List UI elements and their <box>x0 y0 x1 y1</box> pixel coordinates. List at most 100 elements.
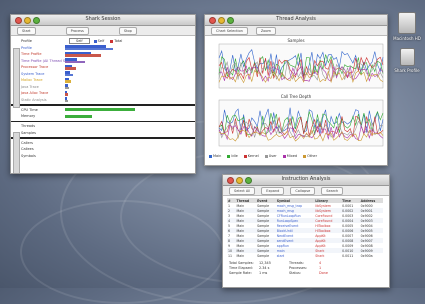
toolbar: Start Process Stop <box>11 26 195 36</box>
profile-row-label: Static Analysis <box>21 97 47 102</box>
legend-item[interactable]: Kernel <box>243 154 259 158</box>
total-bar <box>65 86 69 90</box>
window-title: Thread Analysis <box>276 16 316 22</box>
metric-row[interactable]: Memory <box>11 113 195 120</box>
profile-row-label: Java Trace <box>21 84 39 89</box>
zoom-button[interactable]: Zoom <box>255 26 276 35</box>
column-header-self[interactable]: Self <box>69 38 90 45</box>
chart-legend: Main Idle Kernel User Mixed Other <box>205 154 387 158</box>
metric-row-label: Memory <box>21 114 36 119</box>
legend-label: Idle <box>231 154 238 158</box>
list-row-label: Samples <box>21 130 36 135</box>
chart1-title: Samples <box>287 38 304 43</box>
bar-group <box>65 77 131 83</box>
chart2-title: Call Tree Depth <box>281 94 312 99</box>
list-row-label: Symbols <box>21 153 36 158</box>
legend-swatch <box>110 39 114 43</box>
bar-group <box>65 90 131 96</box>
section-divider <box>11 137 195 139</box>
section-divider <box>11 104 195 106</box>
desktop-icon-label: Macintosh HD <box>393 36 421 41</box>
total-bar <box>65 93 69 96</box>
metric-bar <box>65 108 136 112</box>
total-bar <box>65 73 73 77</box>
legend-swatch <box>209 154 212 158</box>
bar-group <box>65 45 131 51</box>
profile-row-label: Java Alloc Trace <box>21 91 49 96</box>
desktop-icon-profile[interactable]: Shark Profile <box>392 48 422 73</box>
window-title: Instruction Analysis <box>281 176 331 182</box>
legend-item[interactable]: User <box>264 154 277 158</box>
total-bar <box>65 80 71 83</box>
title-bar[interactable]: Shark Session <box>11 15 195 26</box>
total-bar <box>65 67 76 70</box>
instruction-table: # Thread Event Symbol Library Time Address 1 Mai… <box>227 198 383 258</box>
legend-label: Self <box>97 39 105 44</box>
legend-item[interactable]: Mixed <box>282 154 297 158</box>
collapse-button[interactable]: Collapse <box>290 186 316 195</box>
start-button[interactable]: Start <box>17 26 36 35</box>
instruction-window: Instruction Analysis Select All Expand C… <box>222 174 390 288</box>
list-row-label: Callees <box>21 147 34 152</box>
hard-drive-icon <box>398 12 416 34</box>
charts-area: Samples Call Tree Depth <box>218 38 384 147</box>
legend-item[interactable]: Main <box>209 154 221 158</box>
title-bar[interactable]: Instruction Analysis <box>223 175 389 186</box>
desktop-icon-label: Shark Profile <box>394 68 420 73</box>
legend-label: Other <box>307 154 318 158</box>
legend-item[interactable]: Other <box>303 154 317 158</box>
total-bar <box>65 54 102 57</box>
bar-group <box>65 84 131 90</box>
profile-row-label: Time Profile <box>21 52 42 57</box>
legend-label: Total <box>114 39 123 44</box>
profile-row-label: System Trace <box>21 71 45 76</box>
profile-panel: Profile Self Self Total Profile Time Prof… <box>11 36 195 173</box>
summary-key: Sample Rate: <box>229 271 252 275</box>
profile-row-label: Time Profile (All Thread States) <box>21 58 65 63</box>
table-cell: 0.0011 <box>342 253 354 258</box>
thread-analysis-window: Thread Analysis Chart Selection Zoom Sam… <box>204 14 388 166</box>
legend-self: Self <box>93 39 105 44</box>
bar-group <box>65 97 131 103</box>
desktop-icon-hd[interactable]: Macintosh HD <box>392 12 422 41</box>
total-bar <box>65 60 85 64</box>
bar-group <box>65 71 131 77</box>
expand-button[interactable]: Expand <box>261 186 285 195</box>
legend-total: Total <box>110 39 122 43</box>
legend-label: Main <box>213 154 222 158</box>
stop-button[interactable]: Stop <box>118 26 137 35</box>
chart-selection-button[interactable]: Chart Selection <box>211 26 248 35</box>
table-cell: Main <box>236 253 245 258</box>
profile-list: Profile Time Profile Time Profile (All Thr… <box>11 45 195 104</box>
list-row[interactable]: Samples <box>11 130 195 137</box>
summary-value: 1 ms <box>259 271 268 275</box>
table-cell: 0x900a <box>360 253 373 258</box>
threads-list: Threads Samples <box>11 123 195 136</box>
summary-value: Done <box>319 271 328 275</box>
list-row[interactable]: Symbols <box>11 153 195 160</box>
table-row[interactable]: 11 Main Sample start Shark 0.0011 0x900a <box>227 253 383 258</box>
legend-swatch <box>282 154 286 158</box>
toolbar: Chart Selection Zoom <box>205 26 387 36</box>
section-divider <box>11 120 195 122</box>
summary-panel: Total Samples: 12,345 Threads: 4 Time Elapse… <box>229 261 328 276</box>
title-bar[interactable]: Thread Analysis <box>205 15 387 26</box>
legend-label: User <box>268 154 277 158</box>
legend-swatch <box>264 154 268 158</box>
table-cell: Sample <box>257 253 270 258</box>
summary-row: Sample Rate: 1 ms Status: Done <box>229 271 328 276</box>
profile-row-label: Profile <box>21 45 32 50</box>
document-icon <box>399 48 415 66</box>
select-all-button[interactable]: Select All <box>229 186 256 195</box>
process-button[interactable]: Process <box>65 26 89 35</box>
bar-group <box>65 58 131 64</box>
summary-key: Status: <box>289 271 301 275</box>
legend-swatch <box>93 39 97 43</box>
profile-row-label: Malloc Trace <box>21 78 43 83</box>
profile-row[interactable]: Static Analysis <box>11 97 195 104</box>
legend-item[interactable]: Idle <box>227 154 238 158</box>
session-window: Shark Session Start Process Stop Profile… <box>10 14 196 174</box>
metrics-list: CPU Time Memory <box>11 107 195 120</box>
table-cell: 11 <box>228 253 233 258</box>
search-button[interactable]: Search <box>321 186 344 195</box>
